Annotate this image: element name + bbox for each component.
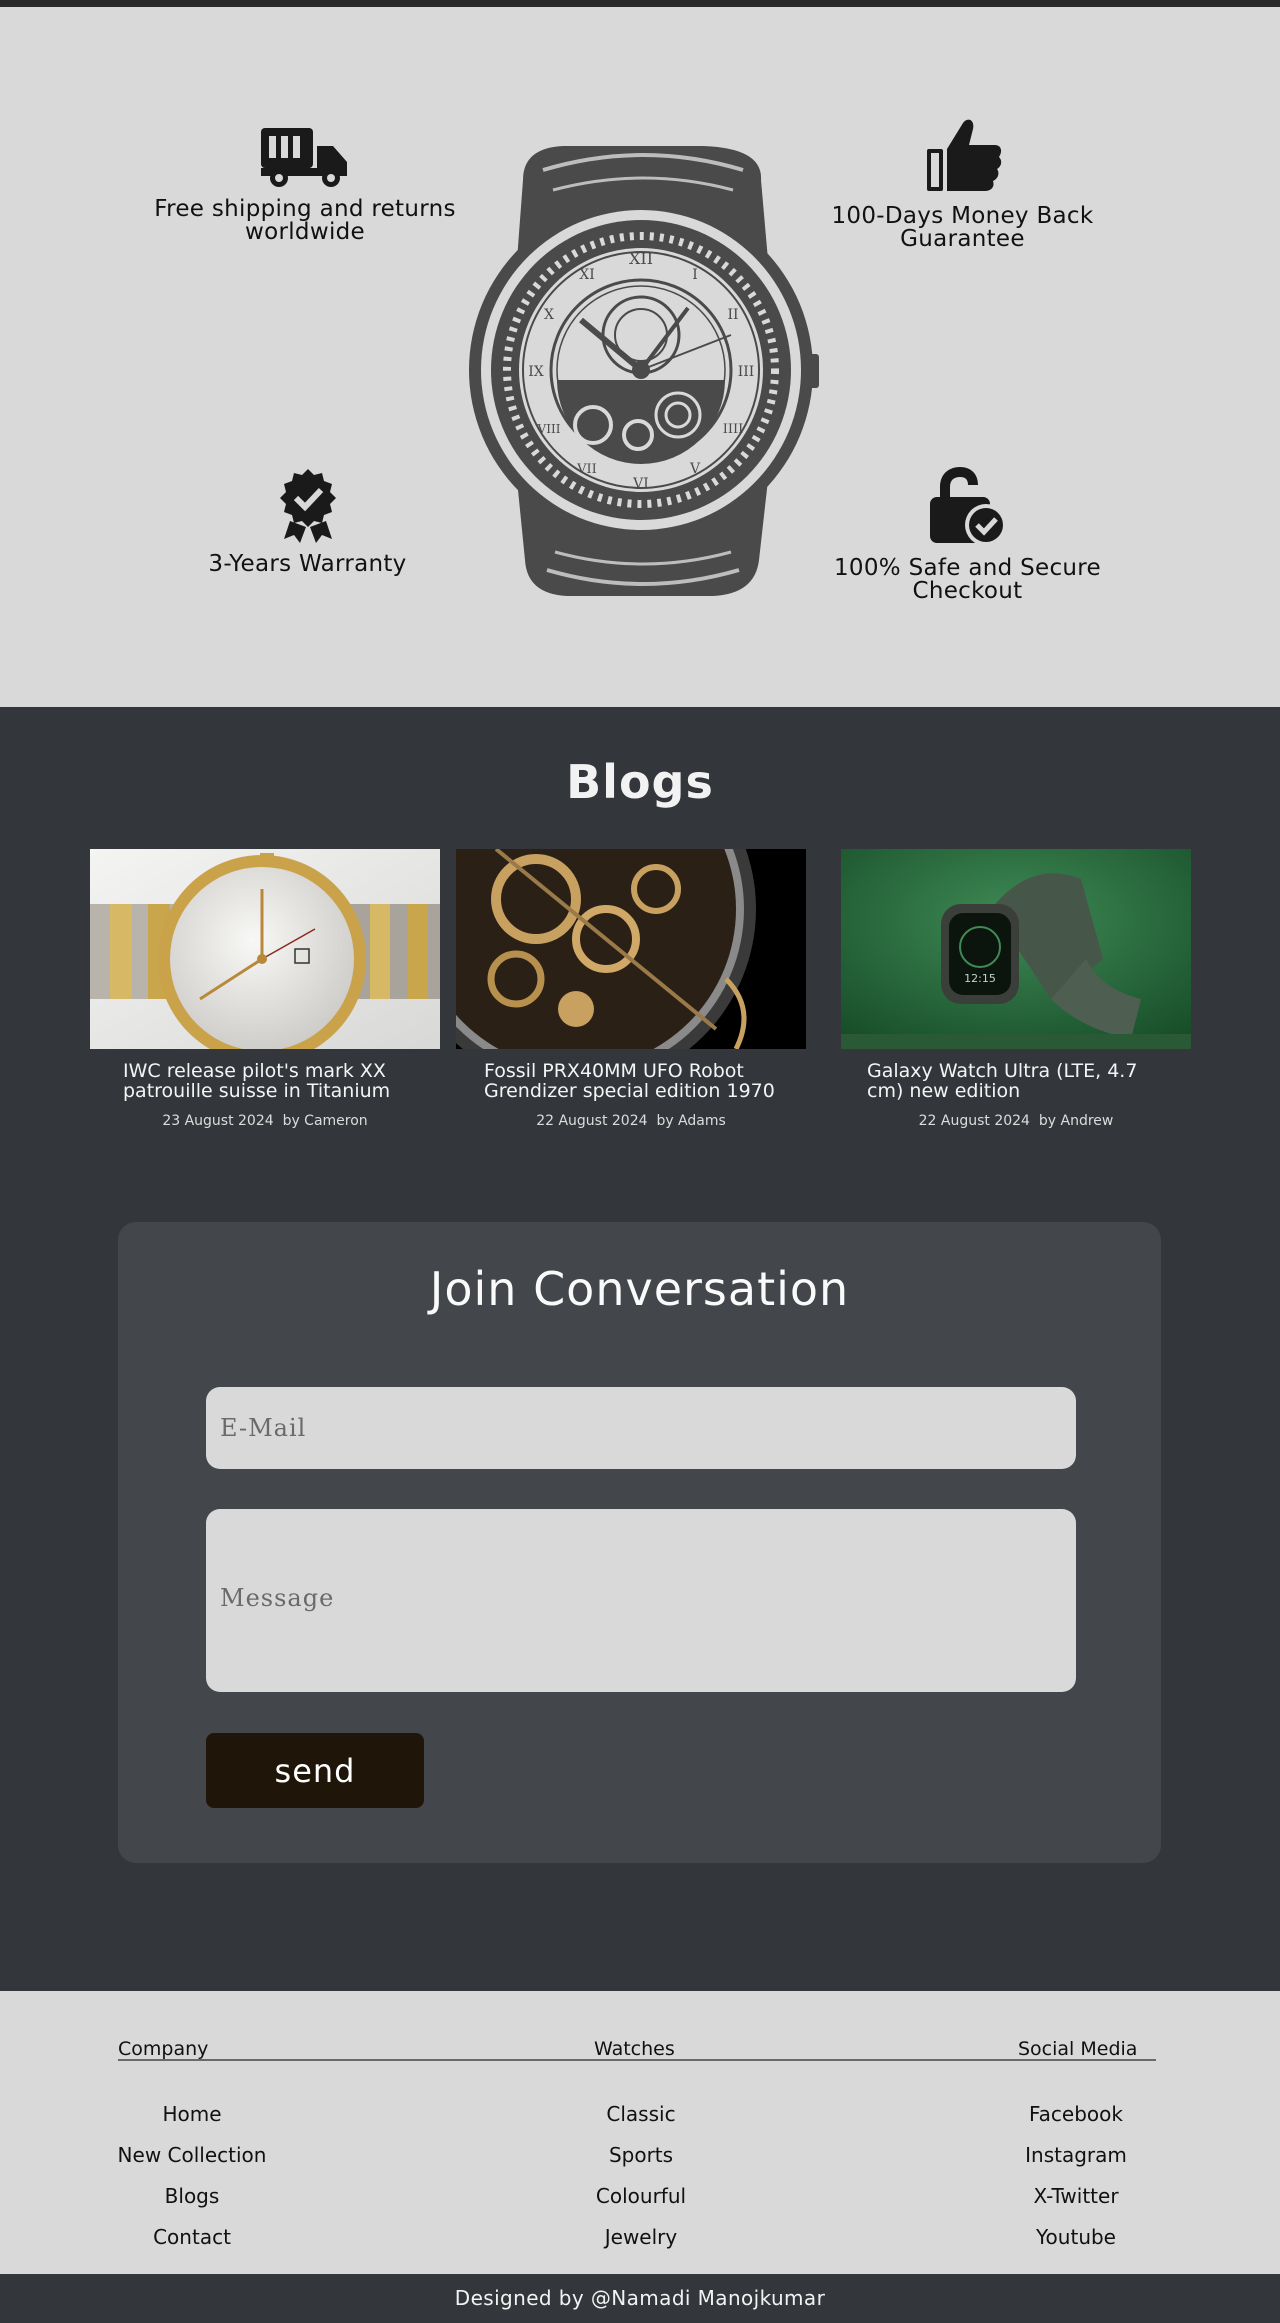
delivery-truck-icon (261, 128, 347, 187)
footer-link-home[interactable]: Home (98, 2094, 286, 2135)
footer-company-links: Home New Collection Blogs Contact (98, 2094, 286, 2258)
footer-link-youtube[interactable]: Youtube (1000, 2217, 1152, 2258)
watch-numeral: I (692, 267, 698, 283)
footer-link-colourful[interactable]: Colourful (561, 2176, 721, 2217)
feature-warranty-text: 3-Years Warranty (208, 551, 407, 577)
footer-link-blogs[interactable]: Blogs (98, 2176, 286, 2217)
designer-credit: Designed by @Namadi Manojkumar (0, 2274, 1280, 2323)
blogs-heading: Blogs (566, 755, 714, 809)
blog-card[interactable]: 12:15 Galaxy Watch Ultra (LTE, 4.7 cm) n… (841, 849, 1191, 1129)
watch-numeral: XII (629, 249, 653, 268)
feature-shipping: Free shipping and returns worldwide (140, 124, 470, 244)
footer-social-links: Facebook Instagram X-Twitter Youtube (1000, 2094, 1152, 2258)
blog-date: 22 August 2024 (536, 1113, 648, 1129)
footer-divider (118, 2059, 1156, 2061)
blog-author: by Adams (656, 1113, 726, 1129)
feature-secure-text: 100% Safe and Secure Checkout (834, 555, 1101, 604)
footer-heading-company: Company (118, 2038, 209, 2060)
gold-watch-image[interactable] (90, 849, 440, 1063)
footer-link-contact[interactable]: Contact (98, 2217, 286, 2258)
watch-numeral: IX (528, 364, 544, 380)
features-section: Free shipping and returns worldwide 100-… (0, 7, 1280, 707)
feature-money-back: 100-Days Money Back Guarantee (820, 117, 1105, 251)
skeleton-watch-image[interactable] (396, 729, 806, 1089)
feature-shipping-text: Free shipping and returns worldwide (154, 196, 456, 245)
contact-heading: Join Conversation (429, 1262, 850, 1316)
blog-title[interactable]: Fossil PRX40MM UFO Robot Grendizer speci… (456, 1061, 806, 1101)
smartwatch-time: 12:15 (964, 972, 996, 985)
watch-numeral: VI (632, 476, 649, 492)
contact-form: Join Conversation send (118, 1222, 1161, 1863)
blog-meta: 22 August 2024 by Adams (456, 1113, 806, 1129)
footer-link-x-twitter[interactable]: X-Twitter (1000, 2176, 1152, 2217)
footer-watches-links: Classic Sports Colourful Jewelry (561, 2094, 721, 2258)
message-field[interactable] (206, 1509, 1076, 1692)
blog-date: 23 August 2024 (162, 1113, 274, 1129)
blog-date: 22 August 2024 (918, 1113, 1030, 1129)
footer: Company Watches Social Media Home New Co… (0, 1991, 1280, 2274)
feature-secure: 100% Safe and Secure Checkout (815, 465, 1120, 603)
send-button[interactable]: send (206, 1733, 424, 1808)
watch-numeral: XI (579, 267, 595, 283)
blog-title[interactable]: IWC release pilot's mark XX patrouille s… (90, 1061, 440, 1101)
watch-numeral: VII (576, 462, 597, 477)
blog-meta: 22 August 2024 by Andrew (841, 1113, 1191, 1129)
award-badge-icon (279, 469, 336, 543)
footer-link-classic[interactable]: Classic (561, 2094, 721, 2135)
watch-numeral: II (727, 307, 738, 323)
blog-meta: 23 August 2024 by Cameron (90, 1113, 440, 1129)
watch-numeral: III (738, 364, 755, 380)
watch-numeral: VIII (537, 422, 561, 436)
footer-link-instagram[interactable]: Instagram (1000, 2135, 1152, 2176)
blog-author: by Cameron (282, 1113, 368, 1129)
thumbs-up-icon (926, 119, 1001, 191)
footer-link-jewelry[interactable]: Jewelry (561, 2217, 721, 2258)
footer-link-new-collection[interactable]: New Collection (98, 2135, 286, 2176)
blog-card[interactable]: IWC release pilot's mark XX patrouille s… (90, 849, 440, 1129)
blog-author: by Andrew (1038, 1113, 1114, 1129)
footer-heading-watches: Watches (594, 2038, 675, 2060)
feature-warranty: 3-Years Warranty (180, 467, 435, 576)
smartwatch-image[interactable]: 12:15 (841, 849, 1191, 1049)
watch-numeral: X (544, 307, 554, 323)
watch-numeral: IIII (723, 422, 744, 437)
top-strip (0, 0, 1280, 7)
email-field[interactable] (206, 1387, 1076, 1469)
footer-link-facebook[interactable]: Facebook (1000, 2094, 1152, 2135)
wristwatch-illustration: XII I II III IIII V VI VII VIII IX X XI (469, 146, 819, 596)
secure-lock-icon (929, 467, 1007, 546)
feature-money-back-text: 100-Days Money Back Guarantee (831, 203, 1094, 252)
footer-link-sports[interactable]: Sports (561, 2135, 721, 2176)
footer-heading-social: Social Media (1018, 2038, 1138, 2060)
blog-title[interactable]: Galaxy Watch Ultra (LTE, 4.7 cm) new edi… (841, 1061, 1191, 1101)
watch-numeral: V (689, 461, 701, 477)
blog-card[interactable]: Fossil PRX40MM UFO Robot Grendizer speci… (396, 729, 806, 1129)
